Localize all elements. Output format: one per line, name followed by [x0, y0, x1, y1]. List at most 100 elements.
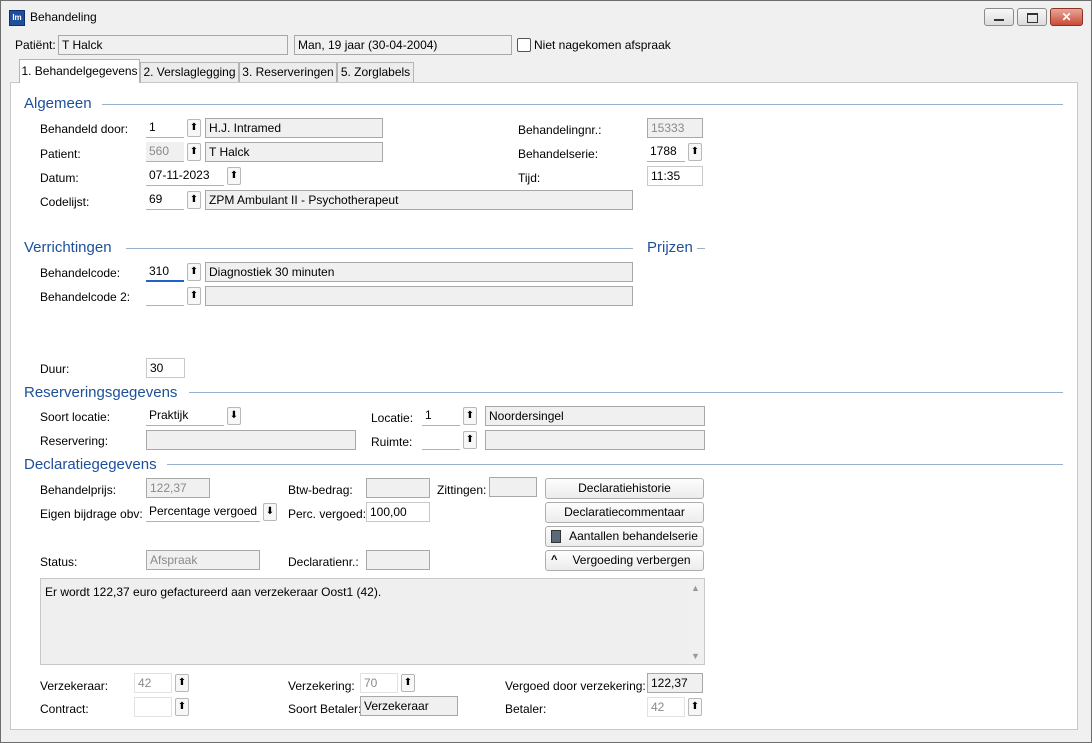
section-divider — [102, 104, 1063, 105]
lookup-arrow-icon: ⬆ — [403, 677, 413, 688]
duur-input[interactable]: 30 — [146, 358, 185, 378]
codelijst-lookup-button[interactable]: ⬆ — [187, 191, 201, 209]
behandeld-door-code-input[interactable]: 1 — [146, 118, 184, 138]
declaratiecommentaar-button[interactable]: Declaratiecommentaar — [545, 502, 704, 523]
minimize-icon — [994, 19, 1004, 21]
tab-verslaglegging[interactable]: 2. Verslaglegging — [140, 62, 239, 82]
section-verrichtingen-title: Verrichtingen — [24, 239, 112, 256]
lookup-arrow-icon: ⬆ — [189, 194, 199, 205]
betaler-input[interactable]: 42 — [647, 697, 685, 717]
behandelprijs-value: 122,37 — [146, 478, 210, 498]
ruimte-name — [485, 430, 705, 450]
tijd-input[interactable]: 11:35 — [647, 166, 703, 186]
lookup-arrow-icon: ⬆ — [465, 434, 475, 445]
soort-locatie-dropdown-button[interactable]: ⬇ — [227, 407, 241, 425]
datum-picker-button[interactable]: ⬆ — [227, 167, 241, 185]
section-algemeen-title: Algemeen — [24, 95, 92, 112]
behandeld-door-lookup-button[interactable]: ⬆ — [187, 119, 201, 137]
behandelcode2-desc — [205, 286, 633, 306]
dropdown-arrow-icon: ⬇ — [229, 410, 239, 421]
behandelserie-lookup-button[interactable]: ⬆ — [688, 143, 702, 161]
soort-locatie-label: Soort locatie: — [40, 410, 111, 424]
patient-label: Patient: — [40, 147, 81, 161]
codelijst-name: ZPM Ambulant II - Psychotherapeut — [205, 190, 633, 210]
behandeld-door-label: Behandeld door: — [40, 122, 129, 136]
tab-behandelgegevens[interactable]: 1. Behandelgegevens — [19, 59, 140, 83]
behandelcode-lookup-button[interactable]: ⬆ — [187, 263, 201, 281]
behandelcode-desc: Diagnostiek 30 minuten — [205, 262, 633, 282]
behandelprijs-label: Behandelprijs: — [40, 483, 117, 497]
missed-appointment-label: Niet nagekomen afspraak — [534, 38, 671, 52]
datum-input[interactable]: 07-11-2023 — [146, 166, 224, 186]
behandelcode-label: Behandelcode: — [40, 266, 121, 280]
betaler-label: Betaler: — [505, 702, 547, 716]
lookup-arrow-icon: ⬆ — [690, 701, 700, 712]
eigen-bijdrage-label: Eigen bijdrage obv: — [40, 507, 143, 521]
behandelcode2-lookup-button[interactable]: ⬆ — [187, 287, 201, 305]
verzekering-lookup-button[interactable]: ⬆ — [401, 674, 415, 692]
soort-betaler-label: Soort Betaler: — [288, 702, 362, 716]
verzekering-label: Verzekering: — [288, 679, 355, 693]
declaratie-message-text: Er wordt 122,37 euro gefactureerd aan ve… — [45, 585, 382, 599]
scroll-up-icon[interactable]: ▲ — [691, 583, 700, 593]
verzekeraar-lookup-button[interactable]: ⬆ — [175, 674, 189, 692]
patient-code-input[interactable]: 560 — [146, 142, 184, 162]
section-reservering-title: Reserveringsgegevens — [24, 384, 178, 401]
betaler-lookup-button[interactable]: ⬆ — [688, 698, 702, 716]
locatie-code-input[interactable]: 1 — [422, 406, 460, 426]
eigen-bijdrage-select[interactable]: Percentage vergoed — [146, 502, 260, 522]
section-divider — [189, 392, 1063, 393]
declaratienr-label: Declaratienr.: — [288, 555, 359, 569]
ruimte-code-input[interactable] — [422, 430, 460, 450]
lookup-arrow-icon: ⬆ — [189, 122, 199, 133]
ruimte-lookup-button[interactable]: ⬆ — [463, 431, 477, 449]
behandelserie-label: Behandelserie: — [518, 147, 599, 161]
status-label: Status: — [40, 555, 78, 569]
codelijst-label: Codelijst: — [40, 195, 90, 209]
behandelingnr-value: 15333 — [647, 118, 703, 138]
verzekeraar-input[interactable]: 42 — [134, 673, 172, 693]
reservering-label: Reservering: — [40, 434, 109, 448]
behandelingnr-label: Behandelingnr.: — [518, 123, 602, 137]
lookup-arrow-icon: ⬆ — [189, 266, 199, 277]
patient-lookup-button[interactable]: ⬆ — [187, 143, 201, 161]
dropdown-arrow-icon: ⬇ — [265, 506, 275, 517]
title-bar: Im Behandeling ✕ — [1, 1, 1091, 33]
maximize-icon — [1027, 13, 1038, 23]
declaratie-message-area[interactable]: Er wordt 122,37 euro gefactureerd aan ve… — [40, 578, 705, 665]
behandelcode-input[interactable]: 310 — [146, 262, 184, 282]
contract-lookup-button[interactable]: ⬆ — [175, 698, 189, 716]
maximize-button[interactable] — [1017, 8, 1047, 26]
declaratiehistorie-button[interactable]: Declaratiehistorie — [545, 478, 704, 499]
chevron-up-icon: ^ — [551, 554, 558, 566]
codelijst-code-input[interactable]: 69 — [146, 190, 184, 210]
tijd-label: Tijd: — [518, 171, 541, 185]
section-divider — [126, 248, 633, 249]
lookup-arrow-icon: ⬆ — [465, 410, 475, 421]
scroll-down-icon[interactable]: ▼ — [691, 651, 700, 661]
soort-betaler-value: Verzekeraar — [360, 696, 458, 716]
tab-reserveringen[interactable]: 3. Reserveringen — [239, 62, 337, 82]
lookup-arrow-icon: ⬆ — [229, 170, 239, 181]
eigen-bijdrage-dropdown-button[interactable]: ⬇ — [263, 503, 277, 521]
behandeld-door-name: H.J. Intramed — [205, 118, 383, 138]
locatie-lookup-button[interactable]: ⬆ — [463, 407, 477, 425]
missed-appointment-checkbox[interactable] — [517, 38, 531, 52]
vergoeding-verbergen-button[interactable]: ^ Vergoeding verbergen — [545, 550, 704, 571]
aantallen-behandelserie-label: Aantallen behandelserie — [569, 529, 698, 543]
behandelcode2-label: Behandelcode 2: — [40, 290, 131, 304]
perc-vergoed-input[interactable]: 100,00 — [366, 502, 430, 522]
tab-zorglabels[interactable]: 5. Zorglabels — [337, 62, 414, 82]
aantallen-behandelserie-button[interactable]: Aantallen behandelserie — [545, 526, 704, 547]
patient-header-name: T Halck — [58, 35, 288, 55]
duur-label: Duur: — [40, 362, 70, 376]
close-button[interactable]: ✕ — [1050, 8, 1083, 26]
behandelserie-input[interactable]: 1788 — [647, 142, 685, 162]
soort-locatie-select[interactable]: Praktijk — [146, 406, 224, 426]
behandelcode2-input[interactable] — [146, 286, 184, 306]
message-scrollbar[interactable]: ▲ ▼ — [687, 579, 704, 664]
verzekering-input[interactable]: 70 — [360, 673, 398, 693]
calculator-icon — [551, 530, 561, 543]
contract-input[interactable] — [134, 697, 172, 717]
minimize-button[interactable] — [984, 8, 1014, 26]
